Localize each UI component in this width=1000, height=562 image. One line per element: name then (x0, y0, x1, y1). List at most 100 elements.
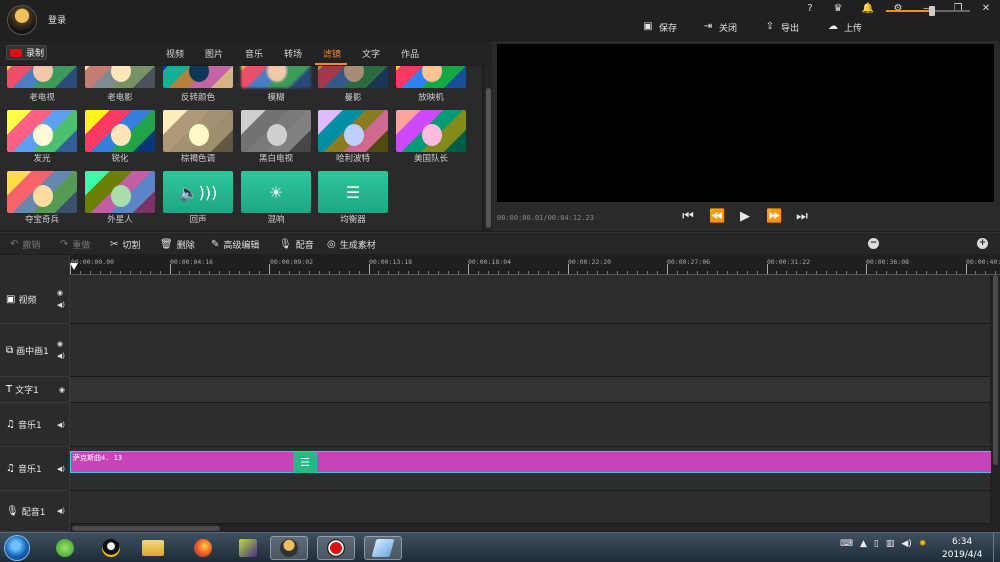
filter-tile[interactable]: 外星人 (85, 171, 155, 225)
filter-tile[interactable]: 锐化 (85, 110, 155, 164)
eye-icon[interactable]: ◉ (59, 386, 65, 394)
show-desktop-button[interactable] (993, 533, 1000, 562)
track-header-music-2[interactable]: ♫ 音乐1 ◀) (0, 447, 70, 491)
tab-video[interactable]: 视频 (166, 47, 184, 60)
close-project-button[interactable]: ⇥ 关闭 (703, 20, 737, 34)
prev-frame-icon[interactable]: ⏪ (709, 209, 725, 225)
taskbar-app-firefox[interactable] (184, 536, 222, 560)
equalizer-effect-clip[interactable]: ☰ (293, 452, 317, 473)
eye-icon[interactable]: ◉ (57, 289, 65, 297)
speaker-icon[interactable]: ◀) (57, 352, 65, 360)
upload-button[interactable]: ☁ 上传 (828, 20, 862, 34)
track-header-dub[interactable]: 🎙 配音1 ◀) (0, 491, 70, 532)
scrollbar-thumb[interactable] (993, 275, 998, 465)
music-clip[interactable]: 萨克斯曲4. 13 (70, 451, 992, 473)
filter-tile[interactable]: 反转颜色 (163, 66, 233, 103)
record-button[interactable]: 录制 (6, 45, 47, 60)
zoom-out-icon[interactable]: − (868, 238, 879, 249)
text-lane[interactable] (70, 377, 990, 403)
filter-tile[interactable]: 美国队长 (396, 110, 466, 164)
speaker-icon[interactable]: ◀) (57, 507, 65, 515)
filter-tile[interactable]: ☰ 均衡器 (318, 171, 388, 225)
notification-icon[interactable]: ✸ (919, 539, 927, 549)
filter-tile[interactable]: 老电视 (7, 66, 77, 103)
next-frame-icon[interactable]: ⏩ (766, 209, 782, 225)
taskbar-app-player[interactable] (229, 536, 267, 560)
timeline-ruler[interactable]: 00:00:00.00 00:00:04:16 00:00:09:02 00:0… (70, 255, 1000, 275)
volume-icon[interactable]: ◀) (901, 539, 911, 549)
timeline-horizontal-scrollbar[interactable] (70, 524, 991, 532)
generate-clip-button[interactable]: ◎ 生成素材 (327, 238, 376, 251)
tab-text[interactable]: 文字 (362, 47, 380, 60)
gear-icon[interactable]: ⚙ (890, 2, 906, 16)
clock-date[interactable]: 2019/4/4 (942, 550, 982, 560)
timeline-vertical-scrollbar[interactable] (991, 275, 1000, 532)
track-header-video[interactable]: ▣ 视频 ◉ ◀) (0, 275, 70, 324)
taskbar-app-browser-green[interactable] (46, 536, 84, 560)
filter-tile[interactable]: 模糊 (241, 66, 311, 103)
help-icon[interactable]: ? (802, 2, 818, 16)
save-button[interactable]: ▣ 保存 (643, 20, 677, 34)
taskbar-app-qq[interactable] (92, 536, 130, 560)
tab-music[interactable]: 音乐 (245, 47, 263, 60)
play-icon[interactable]: ▶ (738, 209, 752, 225)
bell-icon[interactable]: 🔔 (860, 2, 876, 16)
filter-tile[interactable]: ☀ 混响 (241, 171, 311, 225)
filter-tile[interactable]: 🔈))) 回声 (163, 171, 233, 225)
window-close-icon[interactable]: ✕ (978, 2, 994, 16)
cut-button[interactable]: ✂ 切割 (110, 238, 140, 251)
speaker-icon[interactable]: ◀) (57, 421, 65, 429)
taskbar-app-notes[interactable] (364, 536, 402, 560)
skip-end-icon[interactable]: ⏭ (795, 209, 809, 225)
delete-button[interactable]: 🗑 删除 (160, 238, 195, 251)
video-lane[interactable] (70, 275, 990, 324)
dub-button[interactable]: 🎙 配音 (279, 238, 314, 251)
filter-tile[interactable]: 黑白电视 (241, 110, 311, 164)
taskbar-app-recorder[interactable] (317, 536, 355, 560)
tab-filter[interactable]: 滤镜 (323, 47, 341, 60)
filter-tile[interactable]: 老电影 (85, 66, 155, 103)
zoom-slider-handle[interactable] (929, 6, 935, 16)
tray-expand-icon[interactable]: ▲ (860, 539, 867, 549)
playhead[interactable] (70, 263, 78, 270)
restore-icon[interactable]: ❐ (950, 2, 966, 16)
skip-start-icon[interactable]: ⏮ (681, 209, 695, 225)
filter-tile[interactable]: 曼影 (318, 66, 388, 103)
zoom-in-icon[interactable]: + (977, 238, 988, 249)
filter-tile[interactable]: 放映机 (396, 66, 466, 103)
preview-video[interactable] (497, 44, 994, 202)
pip-lane[interactable] (70, 324, 990, 377)
filter-grid-scrollbar[interactable] (484, 66, 492, 230)
keyboard-icon[interactable]: ⌨ (840, 539, 853, 549)
speaker-icon[interactable]: ◀) (57, 465, 65, 473)
tab-transition[interactable]: 转场 (284, 47, 302, 60)
filter-tile[interactable]: 棕褐色调 (163, 110, 233, 164)
eye-icon[interactable]: ◉ (57, 340, 65, 348)
network-icon[interactable]: ▥ (886, 539, 895, 549)
crown-icon[interactable]: ♛ (830, 2, 846, 16)
start-button[interactable] (4, 535, 30, 561)
track-header-text[interactable]: T 文字1 ◉ (0, 377, 70, 403)
filter-tile[interactable]: 哈利波特 (318, 110, 388, 164)
filter-tile[interactable]: 发光 (7, 110, 77, 164)
scrollbar-thumb[interactable] (486, 88, 491, 228)
taskbar-app-video-editor[interactable] (270, 536, 308, 560)
tab-image[interactable]: 图片 (205, 47, 223, 60)
filter-tile[interactable]: 夺宝奇兵 (7, 171, 77, 225)
speaker-icon[interactable]: ◀) (57, 301, 65, 309)
taskbar-app-explorer[interactable] (134, 536, 172, 560)
export-button[interactable]: ⇪ 导出 (765, 20, 799, 34)
device-icon[interactable]: ▯ (874, 539, 879, 549)
clock-time[interactable]: 6:34 (952, 537, 972, 547)
track-header-music-1[interactable]: ♫ 音乐1 ◀) (0, 403, 70, 447)
redo-button[interactable]: ↷ 重做 (60, 238, 90, 251)
advanced-edit-button[interactable]: ✎ 高级编辑 (211, 238, 259, 251)
app-logo[interactable] (7, 5, 37, 35)
scrollbar-thumb[interactable] (72, 526, 220, 531)
music-lane-1[interactable] (70, 403, 990, 447)
login-link[interactable]: 登录 (48, 13, 66, 26)
tab-works[interactable]: 作品 (401, 47, 419, 60)
undo-button[interactable]: ↶ 撤销 (10, 238, 40, 251)
dub-lane[interactable] (70, 491, 990, 524)
track-header-pip[interactable]: ⧉ 画中画1 ◉ ◀) (0, 324, 70, 377)
